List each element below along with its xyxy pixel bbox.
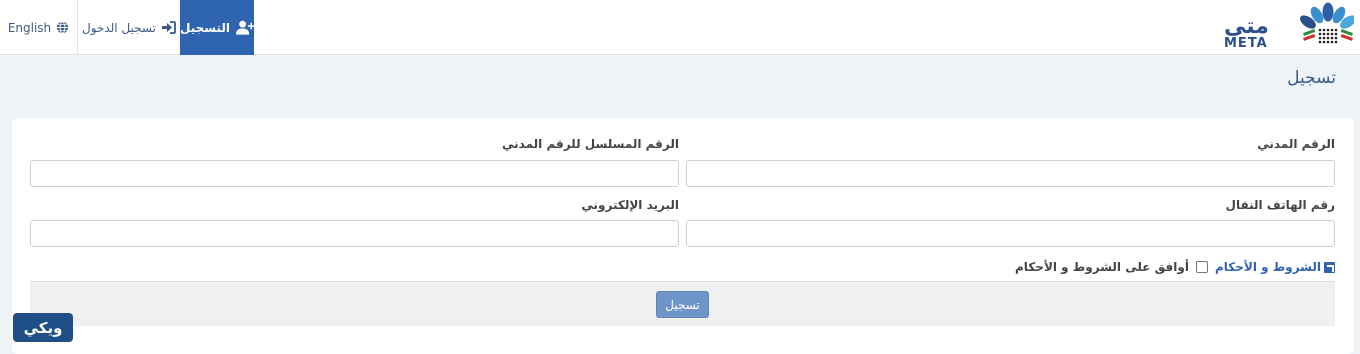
title-band <box>0 56 1360 107</box>
email-label: البريد الإلكتروني <box>581 198 679 212</box>
language-switch-english[interactable]: English <box>0 0 78 55</box>
mobile-label: رقم الهاتف النقال <box>1225 198 1335 212</box>
logo-petals <box>1300 2 1356 29</box>
nav-login-link[interactable]: تسجيل الدخول <box>78 0 180 55</box>
email-input[interactable] <box>30 220 679 247</box>
external-link-icon <box>1324 261 1335 273</box>
civil-id-serial-label: الرقم المسلسل للرقم المدني <box>502 137 679 151</box>
civil-id-label: الرقم المدني <box>1257 137 1335 151</box>
terms-checkbox[interactable] <box>1195 261 1208 273</box>
watermark-text: ويكي <box>23 318 63 337</box>
terms-agree-label: أوافق على الشروط و الأحكام <box>1015 260 1189 274</box>
nav-register-label: التسجيل <box>180 20 230 35</box>
top-navbar: English تسجيل الدخول التسجيل متى META <box>0 0 1360 55</box>
globe-icon <box>57 21 69 34</box>
logo-latin-text: META <box>1224 36 1268 50</box>
sign-in-icon <box>161 21 176 34</box>
civil-id-input[interactable] <box>686 160 1335 187</box>
mobile-input[interactable] <box>686 220 1335 247</box>
watermark-logo: ويكي <box>13 313 73 342</box>
meta-logo: متى META <box>1222 2 1356 51</box>
nav-menu: English تسجيل الدخول التسجيل <box>0 0 254 55</box>
register-submit-button[interactable]: تسجيل <box>656 291 709 318</box>
civil-id-serial-input[interactable] <box>30 160 679 187</box>
nav-login-label: تسجيل الدخول <box>82 20 156 35</box>
terms-link-label: الشروط و الأحكام <box>1214 260 1321 274</box>
page-title: تسجيل <box>1287 68 1336 88</box>
user-plus-icon <box>235 20 254 35</box>
terms-link[interactable]: الشروط و الأحكام <box>1215 260 1335 274</box>
nav-english-label: English <box>7 20 52 35</box>
terms-row: الشروط و الأحكام أوافق على الشروط و الأح… <box>1015 258 1335 276</box>
nav-register-link[interactable]: التسجيل <box>180 0 254 55</box>
